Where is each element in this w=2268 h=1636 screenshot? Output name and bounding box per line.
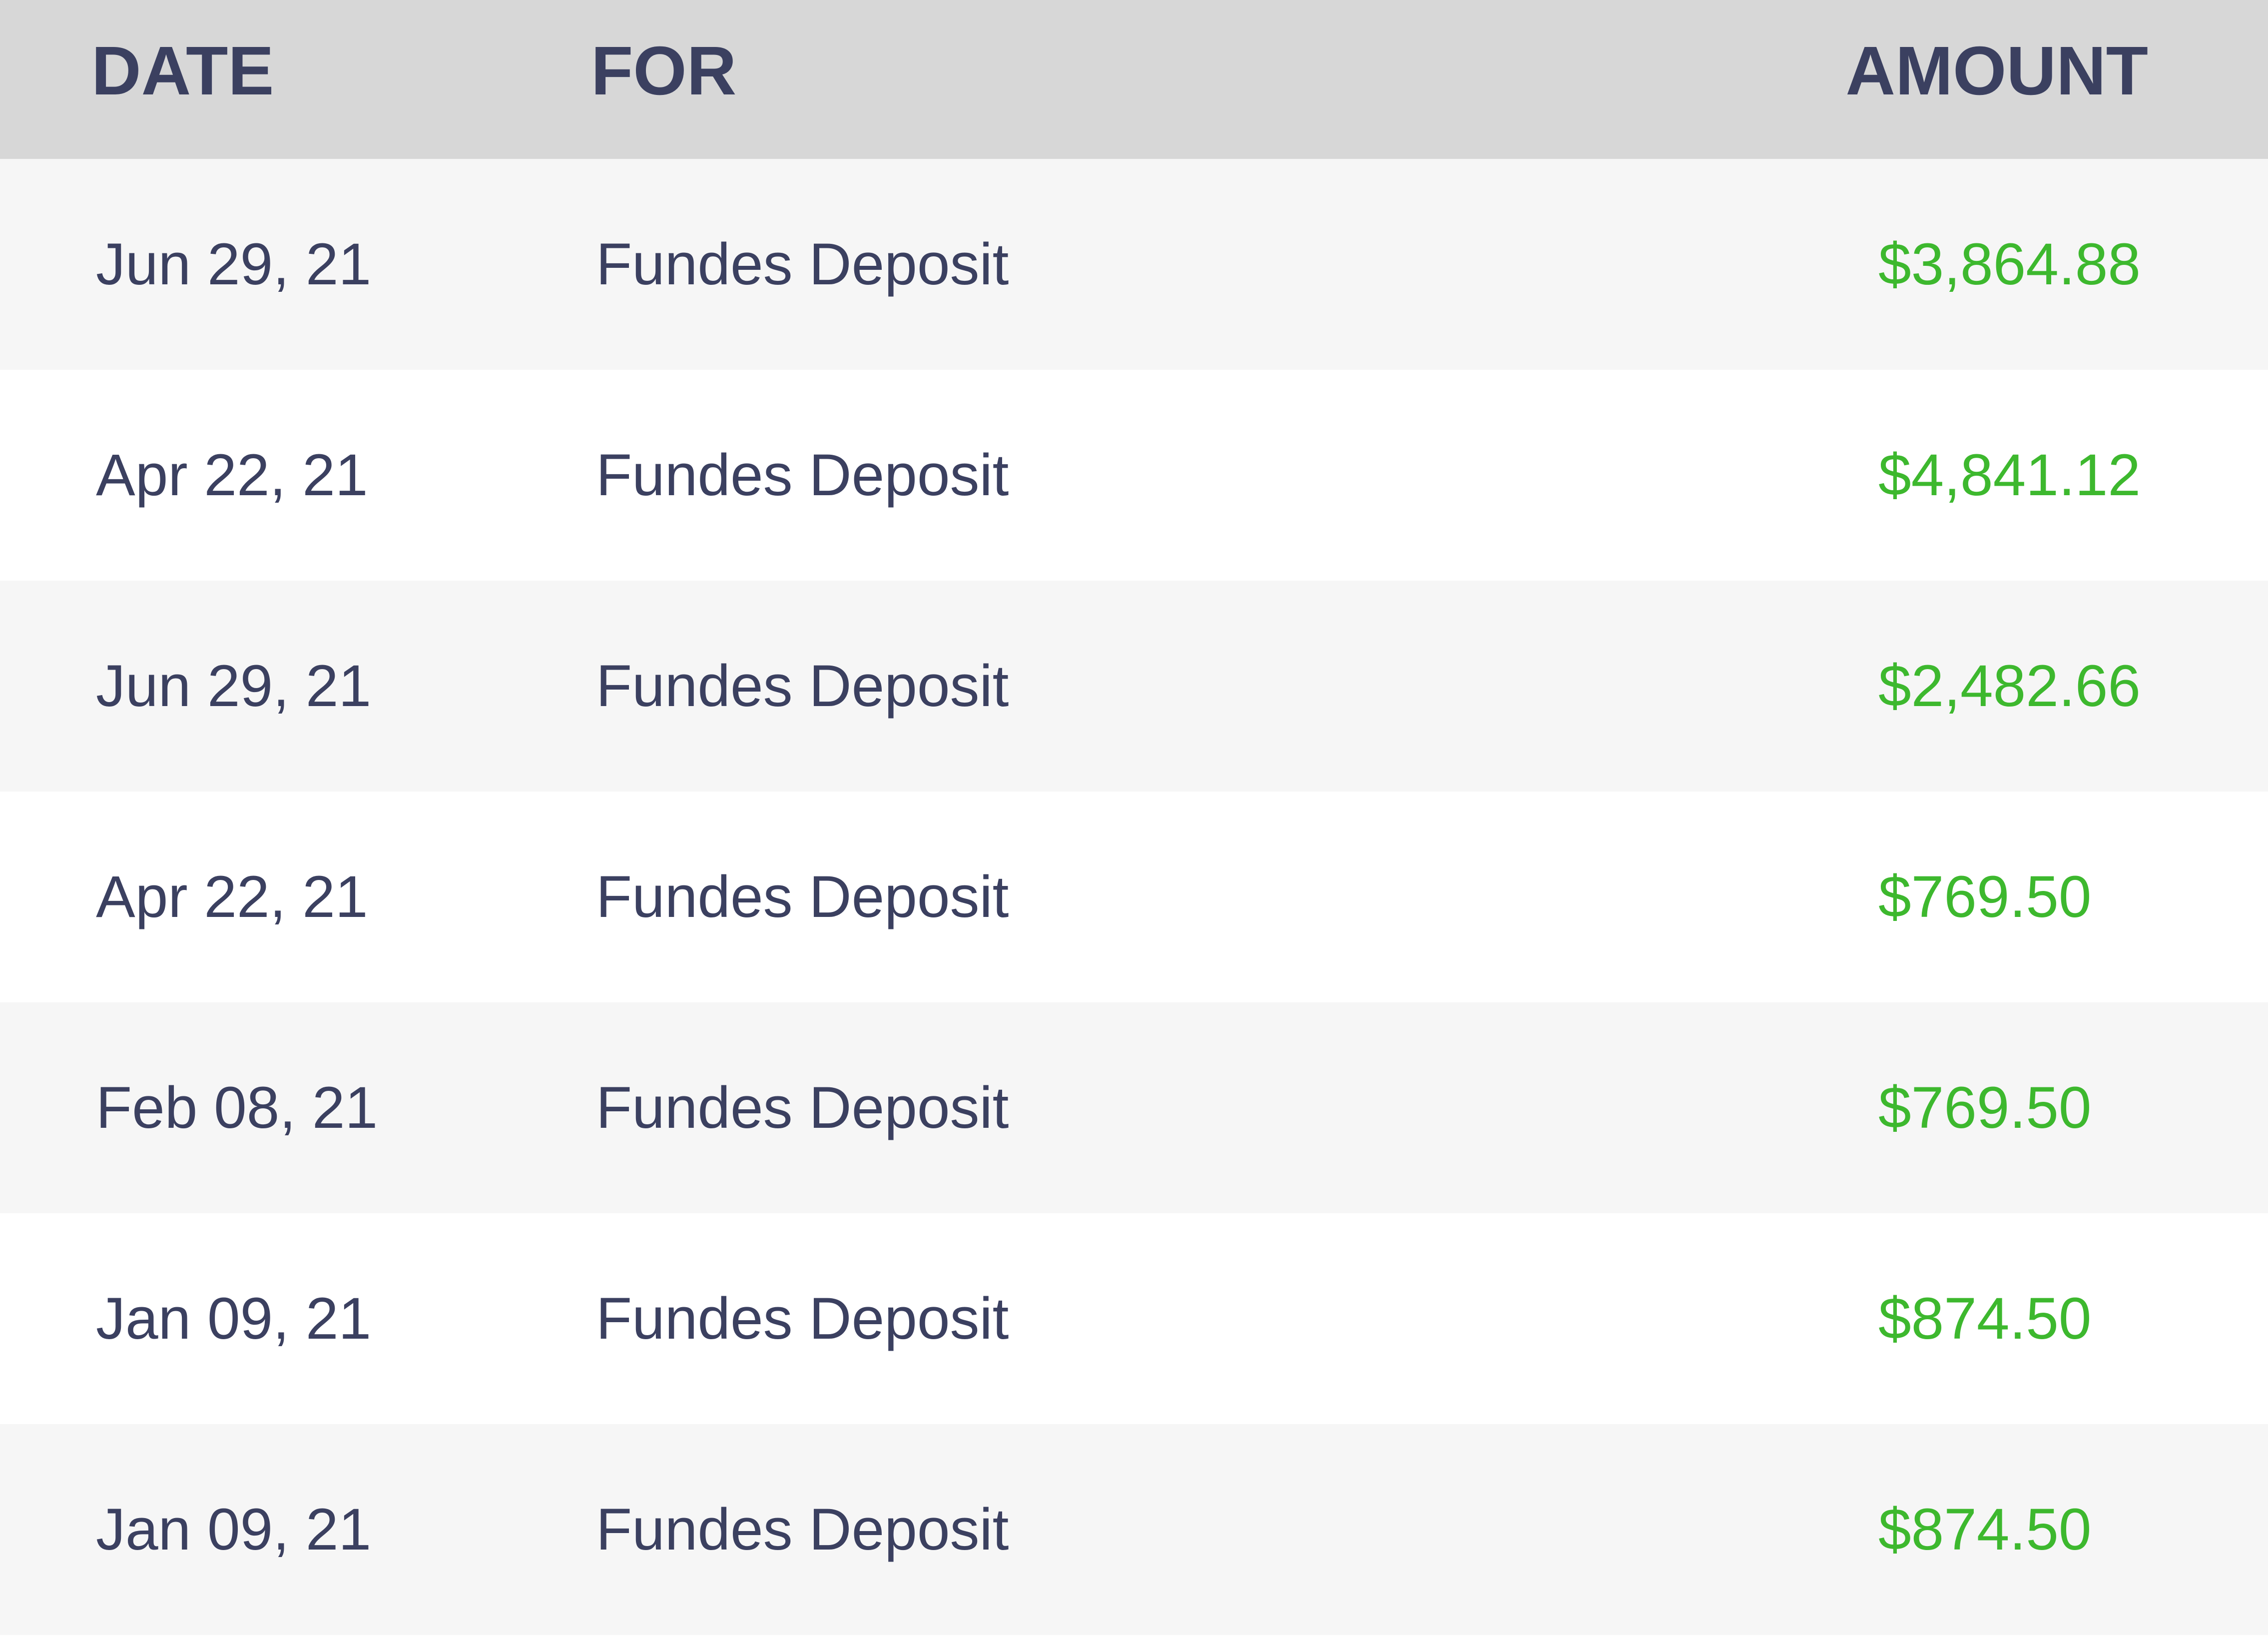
row-date: Feb 08, 21 xyxy=(96,1075,378,1141)
row-date: Jan 09, 21 xyxy=(96,1286,372,1352)
row-amount: $769.50 xyxy=(1878,864,2092,930)
row-amount: $769.50 xyxy=(1878,1075,2092,1141)
row-date: Apr 22, 21 xyxy=(96,442,368,508)
row-amount: $874.50 xyxy=(1878,1497,2092,1563)
row-description: Fundes Deposit xyxy=(596,231,1009,297)
row-description: Fundes Deposit xyxy=(596,442,1009,508)
row-description: Fundes Deposit xyxy=(596,1075,1009,1141)
table-row[interactable]: Apr 22, 21 Fundes Deposit $769.50 xyxy=(0,792,2268,1002)
row-date: Jan 09, 21 xyxy=(96,1497,372,1563)
table-row[interactable]: Jun 29, 21 Fundes Deposit $3,864.88 xyxy=(0,159,2268,370)
table-row[interactable]: Jun 29, 21 Fundes Deposit $2,482.66 xyxy=(0,581,2268,792)
table-row[interactable]: Jan 09, 21 Fundes Deposit $874.50 xyxy=(0,1424,2268,1635)
table-row[interactable]: Feb 08, 21 Fundes Deposit $769.50 xyxy=(0,1002,2268,1213)
row-description: Fundes Deposit xyxy=(596,1286,1009,1352)
row-amount: $2,482.66 xyxy=(1878,653,2141,719)
row-date: Apr 22, 21 xyxy=(96,864,368,930)
column-header-date[interactable]: DATE xyxy=(91,0,274,159)
table-header: DATE FOR AMOUNT xyxy=(0,0,2268,159)
row-description: Fundes Deposit xyxy=(596,653,1009,719)
table-row[interactable]: Apr 22, 21 Fundes Deposit $4,841.12 xyxy=(0,370,2268,581)
row-amount: $3,864.88 xyxy=(1878,231,2141,297)
row-date: Jun 29, 21 xyxy=(96,231,372,297)
table-body: Jun 29, 21 Fundes Deposit $3,864.88 Apr … xyxy=(0,159,2268,1635)
table-row[interactable]: Jan 09, 21 Fundes Deposit $874.50 xyxy=(0,1213,2268,1424)
row-amount: $874.50 xyxy=(1878,1286,2092,1352)
row-description: Fundes Deposit xyxy=(596,1497,1009,1563)
row-amount: $4,841.12 xyxy=(1878,442,2141,508)
row-description: Fundes Deposit xyxy=(596,864,1009,930)
row-date: Jun 29, 21 xyxy=(96,653,372,719)
column-header-amount[interactable]: AMOUNT xyxy=(1845,0,2148,159)
column-header-for[interactable]: FOR xyxy=(591,0,736,159)
transactions-table: DATE FOR AMOUNT Jun 29, 21 Fundes Deposi… xyxy=(0,0,2268,1636)
